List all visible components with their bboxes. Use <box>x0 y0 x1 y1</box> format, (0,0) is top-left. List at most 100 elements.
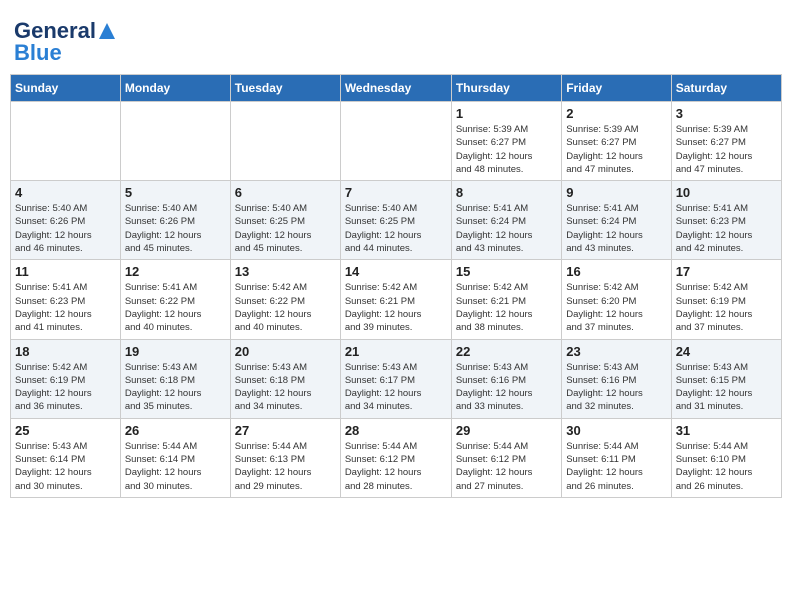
logo-icon <box>97 21 117 41</box>
calendar-header-row: SundayMondayTuesdayWednesdayThursdayFrid… <box>11 75 782 102</box>
day-info: Sunrise: 5:40 AM Sunset: 6:25 PM Dayligh… <box>345 202 447 255</box>
day-number: 21 <box>345 344 447 359</box>
calendar-day-cell: 25Sunrise: 5:43 AM Sunset: 6:14 PM Dayli… <box>11 418 121 497</box>
day-info: Sunrise: 5:41 AM Sunset: 6:22 PM Dayligh… <box>125 281 226 334</box>
day-info: Sunrise: 5:40 AM Sunset: 6:25 PM Dayligh… <box>235 202 336 255</box>
day-info: Sunrise: 5:44 AM Sunset: 6:10 PM Dayligh… <box>676 440 777 493</box>
day-number: 15 <box>456 264 557 279</box>
day-info: Sunrise: 5:44 AM Sunset: 6:14 PM Dayligh… <box>125 440 226 493</box>
calendar-day-cell: 8 Sunrise: 5:41 AM Sunset: 6:24 PM Daylig… <box>451 181 561 260</box>
calendar-day-cell: 27 Sunrise: 5:44 AM Sunset: 6:13 PM Dayli… <box>230 418 340 497</box>
day-of-week-header: Wednesday <box>340 75 451 102</box>
day-number: 11 <box>15 264 116 279</box>
day-number: 3 <box>676 106 777 121</box>
calendar-day-cell: 19Sunrise: 5:43 AM Sunset: 6:18 PM Dayli… <box>120 339 230 418</box>
calendar-day-cell: 2Sunrise: 5:39 AM Sunset: 6:27 PM Daylig… <box>562 102 671 181</box>
calendar-day-cell: 3 Sunrise: 5:39 AM Sunset: 6:27 PM Daylig… <box>671 102 781 181</box>
calendar-day-cell: 29 Sunrise: 5:44 AM Sunset: 6:12 PM Dayli… <box>451 418 561 497</box>
calendar-day-cell: 1 Sunrise: 5:39 AM Sunset: 6:27 PM Daylig… <box>451 102 561 181</box>
day-info: Sunrise: 5:43 AM Sunset: 6:17 PM Dayligh… <box>345 361 447 414</box>
day-number: 17 <box>676 264 777 279</box>
day-info: Sunrise: 5:42 AM Sunset: 6:22 PM Dayligh… <box>235 281 336 334</box>
day-info: Sunrise: 5:42 AM Sunset: 6:19 PM Dayligh… <box>15 361 116 414</box>
logo: General Blue <box>14 18 117 66</box>
day-number: 28 <box>345 423 447 438</box>
day-of-week-header: Monday <box>120 75 230 102</box>
day-of-week-header: Tuesday <box>230 75 340 102</box>
day-of-week-header: Thursday <box>451 75 561 102</box>
calendar-day-cell: 7 Sunrise: 5:40 AM Sunset: 6:25 PM Daylig… <box>340 181 451 260</box>
day-number: 4 <box>15 185 116 200</box>
calendar-day-cell: 22 Sunrise: 5:43 AM Sunset: 6:16 PM Dayli… <box>451 339 561 418</box>
calendar-day-cell <box>340 102 451 181</box>
day-info: Sunrise: 5:41 AM Sunset: 6:24 PM Dayligh… <box>456 202 557 255</box>
day-number: 22 <box>456 344 557 359</box>
day-info: Sunrise: 5:44 AM Sunset: 6:12 PM Dayligh… <box>456 440 557 493</box>
day-number: 25 <box>15 423 116 438</box>
day-info: Sunrise: 5:44 AM Sunset: 6:11 PM Dayligh… <box>566 440 666 493</box>
day-info: Sunrise: 5:42 AM Sunset: 6:19 PM Dayligh… <box>676 281 777 334</box>
calendar-table: SundayMondayTuesdayWednesdayThursdayFrid… <box>10 74 782 498</box>
day-info: Sunrise: 5:39 AM Sunset: 6:27 PM Dayligh… <box>456 123 557 176</box>
calendar-day-cell: 9Sunrise: 5:41 AM Sunset: 6:24 PM Daylig… <box>562 181 671 260</box>
day-number: 20 <box>235 344 336 359</box>
day-number: 16 <box>566 264 666 279</box>
calendar-day-cell: 15 Sunrise: 5:42 AM Sunset: 6:21 PM Dayli… <box>451 260 561 339</box>
calendar-day-cell: 26 Sunrise: 5:44 AM Sunset: 6:14 PM Dayli… <box>120 418 230 497</box>
day-number: 6 <box>235 185 336 200</box>
day-number: 18 <box>15 344 116 359</box>
day-info: Sunrise: 5:44 AM Sunset: 6:13 PM Dayligh… <box>235 440 336 493</box>
calendar-day-cell <box>230 102 340 181</box>
calendar-week-row: 25Sunrise: 5:43 AM Sunset: 6:14 PM Dayli… <box>11 418 782 497</box>
day-number: 13 <box>235 264 336 279</box>
calendar-week-row: 1 Sunrise: 5:39 AM Sunset: 6:27 PM Daylig… <box>11 102 782 181</box>
calendar-day-cell: 28 Sunrise: 5:44 AM Sunset: 6:12 PM Dayli… <box>340 418 451 497</box>
day-info: Sunrise: 5:42 AM Sunset: 6:21 PM Dayligh… <box>456 281 557 334</box>
day-number: 5 <box>125 185 226 200</box>
day-info: Sunrise: 5:43 AM Sunset: 6:18 PM Dayligh… <box>235 361 336 414</box>
day-number: 8 <box>456 185 557 200</box>
day-number: 31 <box>676 423 777 438</box>
calendar-day-cell <box>11 102 121 181</box>
day-info: Sunrise: 5:40 AM Sunset: 6:26 PM Dayligh… <box>15 202 116 255</box>
calendar-week-row: 11Sunrise: 5:41 AM Sunset: 6:23 PM Dayli… <box>11 260 782 339</box>
day-info: Sunrise: 5:41 AM Sunset: 6:24 PM Dayligh… <box>566 202 666 255</box>
calendar-day-cell: 14 Sunrise: 5:42 AM Sunset: 6:21 PM Dayli… <box>340 260 451 339</box>
calendar-day-cell: 20 Sunrise: 5:43 AM Sunset: 6:18 PM Dayli… <box>230 339 340 418</box>
day-number: 12 <box>125 264 226 279</box>
day-info: Sunrise: 5:42 AM Sunset: 6:20 PM Dayligh… <box>566 281 666 334</box>
day-info: Sunrise: 5:43 AM Sunset: 6:15 PM Dayligh… <box>676 361 777 414</box>
calendar-day-cell: 12 Sunrise: 5:41 AM Sunset: 6:22 PM Dayli… <box>120 260 230 339</box>
calendar-day-cell <box>120 102 230 181</box>
day-number: 26 <box>125 423 226 438</box>
calendar-day-cell: 11Sunrise: 5:41 AM Sunset: 6:23 PM Dayli… <box>11 260 121 339</box>
day-info: Sunrise: 5:40 AM Sunset: 6:26 PM Dayligh… <box>125 202 226 255</box>
calendar-day-cell: 31 Sunrise: 5:44 AM Sunset: 6:10 PM Dayli… <box>671 418 781 497</box>
day-info: Sunrise: 5:39 AM Sunset: 6:27 PM Dayligh… <box>676 123 777 176</box>
calendar-week-row: 4 Sunrise: 5:40 AM Sunset: 6:26 PM Daylig… <box>11 181 782 260</box>
day-number: 29 <box>456 423 557 438</box>
calendar-day-cell: 24 Sunrise: 5:43 AM Sunset: 6:15 PM Dayli… <box>671 339 781 418</box>
day-number: 1 <box>456 106 557 121</box>
day-number: 10 <box>676 185 777 200</box>
day-of-week-header: Sunday <box>11 75 121 102</box>
day-number: 19 <box>125 344 226 359</box>
calendar-day-cell: 16 Sunrise: 5:42 AM Sunset: 6:20 PM Dayli… <box>562 260 671 339</box>
calendar-week-row: 18 Sunrise: 5:42 AM Sunset: 6:19 PM Dayli… <box>11 339 782 418</box>
day-number: 30 <box>566 423 666 438</box>
calendar-day-cell: 23 Sunrise: 5:43 AM Sunset: 6:16 PM Dayli… <box>562 339 671 418</box>
day-of-week-header: Saturday <box>671 75 781 102</box>
calendar-day-cell: 30 Sunrise: 5:44 AM Sunset: 6:11 PM Dayli… <box>562 418 671 497</box>
day-info: Sunrise: 5:44 AM Sunset: 6:12 PM Dayligh… <box>345 440 447 493</box>
day-number: 23 <box>566 344 666 359</box>
logo-blue: Blue <box>14 40 62 66</box>
day-number: 14 <box>345 264 447 279</box>
day-info: Sunrise: 5:43 AM Sunset: 6:16 PM Dayligh… <box>456 361 557 414</box>
day-number: 27 <box>235 423 336 438</box>
day-of-week-header: Friday <box>562 75 671 102</box>
day-number: 24 <box>676 344 777 359</box>
day-info: Sunrise: 5:42 AM Sunset: 6:21 PM Dayligh… <box>345 281 447 334</box>
day-number: 7 <box>345 185 447 200</box>
day-info: Sunrise: 5:43 AM Sunset: 6:16 PM Dayligh… <box>566 361 666 414</box>
calendar-day-cell: 18 Sunrise: 5:42 AM Sunset: 6:19 PM Dayli… <box>11 339 121 418</box>
